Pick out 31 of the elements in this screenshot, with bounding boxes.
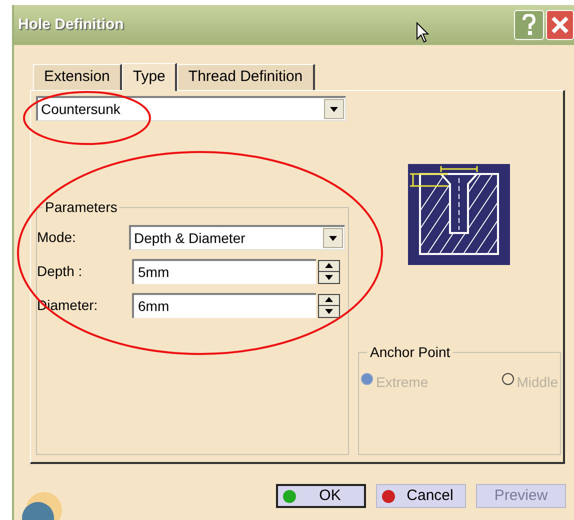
dropdown-button[interactable] (323, 228, 343, 248)
tab[interactable]: Type (122, 63, 178, 91)
dropdown-button[interactable] (324, 99, 344, 119)
up-arrow-icon (325, 297, 333, 302)
spin-buttons[interactable] (318, 260, 340, 284)
caret-icon (329, 236, 337, 240)
type-dropdown[interactable]: Countersunk (36, 96, 346, 121)
caret-icon (330, 106, 338, 112)
spin-buttons[interactable] (318, 294, 340, 318)
field-value: 6mm (137, 297, 170, 316)
tab[interactable]: Thread Definition (177, 64, 315, 90)
close-button[interactable] (546, 10, 574, 40)
window-title: Hole Definition (18, 14, 124, 35)
field-label: Depth : (37, 262, 84, 281)
tab[interactable]: Extension (33, 64, 122, 90)
field-label: Mode: (37, 228, 77, 247)
help-button[interactable] (514, 10, 544, 40)
down-arrow-icon (325, 308, 333, 314)
input-field[interactable]: 6mm (132, 293, 316, 318)
dialog-button[interactable]: Cancel (376, 484, 466, 508)
down-arrow-icon (325, 274, 333, 280)
combo-value: Depth & Diameter (133, 228, 246, 248)
dialog-button[interactable]: OK (276, 484, 366, 508)
up-arrow-icon (325, 263, 333, 268)
help-icon (522, 14, 536, 36)
close-icon (551, 16, 569, 34)
input-field[interactable]: 5mm (132, 259, 316, 284)
mode-dropdown[interactable]: Depth & Diameter (129, 225, 345, 250)
cursor-icon (416, 22, 430, 44)
combo-value: Countersunk (40, 100, 122, 118)
field-value: 5mm (137, 263, 170, 282)
